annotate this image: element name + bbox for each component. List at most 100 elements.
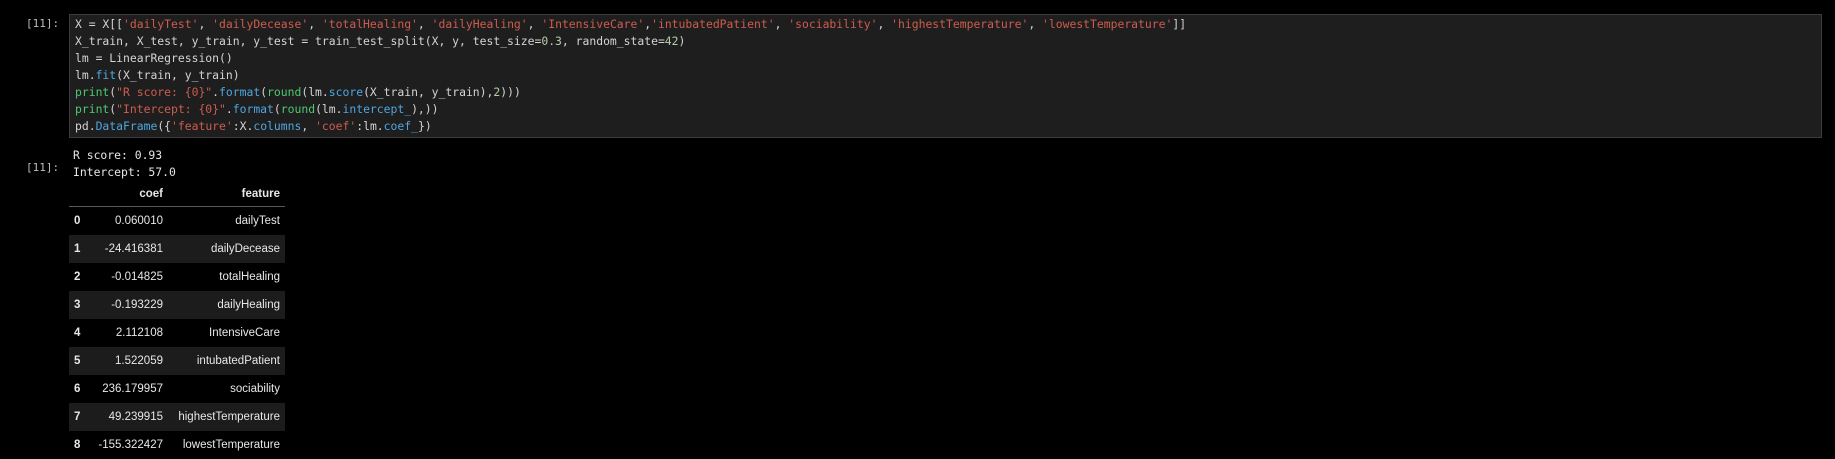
code-token: , [308,17,322,31]
code-line: X = X[['dailyTest', 'dailyDecease', 'tot… [75,17,1186,31]
code-token: X[[ [95,17,124,31]
code-token: , [877,17,892,31]
code-token: coef_ [383,119,418,133]
code-token: ))) [500,85,521,99]
code-token: lm [75,51,96,65]
feature-cell: intubatedPatient [196,355,280,367]
row-index: 7 [74,411,81,423]
code-token: ]] [1172,17,1187,31]
code-text[interactable]: X = X[['dailyTest', 'dailyDecease', 'tot… [75,16,1186,135]
code-token: print [75,102,110,116]
code-line: X_train, X_test, y_train, y_test = train… [75,34,685,48]
table-header-row: coef feature [69,182,285,207]
stdout-line: Intercept: 57.0 [73,165,176,179]
code-editor[interactable]: X = X[['dailyTest', 'dailyDecease', 'tot… [69,14,1822,138]
code-token: round [267,85,302,99]
code-token: 'totalHealing' [321,17,418,31]
code-token: = [657,34,665,48]
input-prompt: [11]: [26,17,60,30]
row-index: 3 [74,299,81,311]
code-token: ( [273,102,281,116]
code-line: lm.fit(X_train, y_train) [75,68,240,82]
code-token: ) [678,34,686,48]
feature-header: feature [168,182,285,207]
code-token: score [328,85,364,99]
output-prompt: [11]: [26,161,60,174]
feature-cell: dailyTest [235,215,280,227]
code-token: columns [253,119,302,133]
code-token: (X_train, y_train), [363,85,494,99]
code-token: , [417,17,432,31]
row-index: 8 [74,439,81,451]
code-token: "R score: {0}" [116,85,213,99]
code-token: 'feature' [171,119,233,133]
code-token: ({ [157,119,172,133]
code-token: pd. [75,119,96,133]
coef-cell: 236.179957 [102,383,163,395]
code-token: , random_state [561,34,658,48]
feature-cell: lowestTemperature [182,439,280,451]
code-token: X [75,17,89,31]
code-token: 42 [664,34,679,48]
coef-cell: -0.193229 [111,299,163,311]
row-index: 6 [74,383,81,395]
code-line: print("R score: {0}".format(round(lm.sco… [75,85,521,99]
feature-cell: sociability [230,383,280,395]
coef-cell: 0.060010 [115,215,163,227]
code-token: 0.3 [541,34,562,48]
table-row: 5 1.522059 intubatedPatient [69,347,285,375]
code-token: :lm. [356,119,384,133]
stdout-output: R score: 0.93 Intercept: 57.0 [73,147,176,181]
code-token: 'coef' [315,119,357,133]
row-index: 2 [74,271,81,283]
coef-cell: -24.416381 [104,243,163,255]
code-token: 'sociability' [788,17,878,31]
code-token: 'dailyHealing' [431,17,528,31]
code-token: LinearRegression() [102,51,233,65]
row-index: 0 [74,215,81,227]
table-row: 7 49.239915 highestTemperature [69,403,285,431]
table-row: 3 -0.193229 dailyHealing [69,291,285,319]
row-index: 1 [74,243,81,255]
code-token: , [301,119,316,133]
row-index: 5 [74,355,81,367]
code-token: 'IntensiveCare' [541,17,645,31]
code-token: 'highestTemperature' [891,17,1029,31]
table-row: 2 -0.014825 totalHealing [69,263,285,291]
code-token: , [527,17,542,31]
code-token: , [774,17,789,31]
code-token: }) [417,119,432,133]
code-token: (X_train, y_train) [116,68,240,82]
code-token: round [280,102,316,116]
coef-cell: 2.112108 [115,327,163,339]
code-token: 'lowestTemperature' [1042,17,1173,31]
table-row: 1 -24.416381 dailyDecease [69,235,285,263]
code-token: lm. [75,68,96,82]
code-token: format [232,102,274,116]
code-token: ),)) [411,102,439,116]
coef-header: coef [93,182,168,207]
row-index: 4 [74,327,81,339]
code-token: = [88,17,96,31]
feature-cell: dailyHealing [217,299,280,311]
code-token: DataFrame [95,119,158,133]
code-token: , [198,17,213,31]
table-row: 0 0.060010 dailyTest [69,206,285,235]
code-token: (lm. [315,102,343,116]
code-token: intercept_ [342,102,412,116]
code-token: , [1028,17,1043,31]
code-token: :X. [232,119,254,133]
code-token: X_train, X_test, y_train, y_test [75,34,302,48]
feature-cell: highestTemperature [178,411,280,423]
feature-cell: IntensiveCare [209,327,280,339]
code-token: 'dailyDecease' [212,17,309,31]
code-token: . [212,85,220,99]
feature-cell: totalHealing [219,271,280,283]
coef-cell: 1.522059 [115,355,163,367]
coef-cell: 49.239915 [108,411,163,423]
table-row: 8 -155.322427 lowestTemperature [69,431,285,459]
code-token: fit [95,68,117,82]
code-token: train_test_split(X, y, test_size [308,34,535,48]
code-token: (lm. [301,85,329,99]
coef-cell: -0.014825 [111,271,163,283]
